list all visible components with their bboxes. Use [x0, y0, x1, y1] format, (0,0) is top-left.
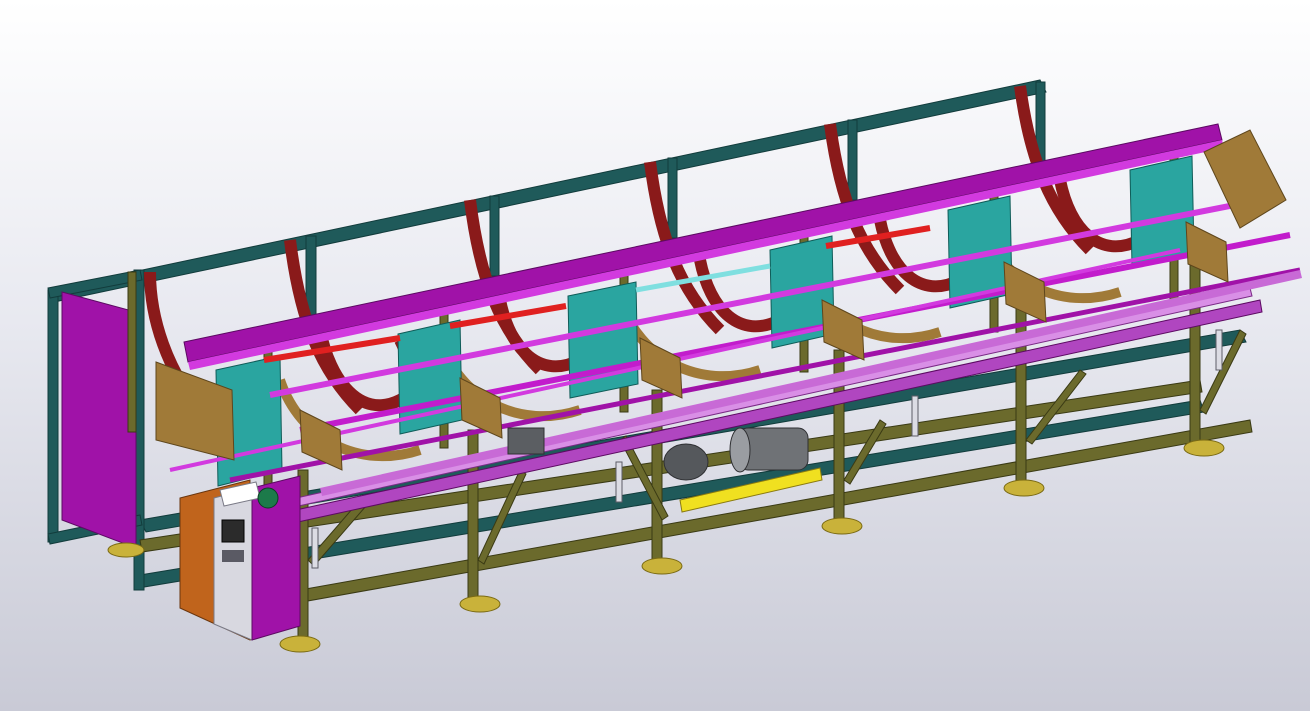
- cad-viewport[interactable]: [0, 0, 1310, 711]
- left-end-panel: [61, 291, 137, 549]
- control-cabinet: [179, 475, 301, 641]
- machine-3d-model[interactable]: [0, 0, 1310, 711]
